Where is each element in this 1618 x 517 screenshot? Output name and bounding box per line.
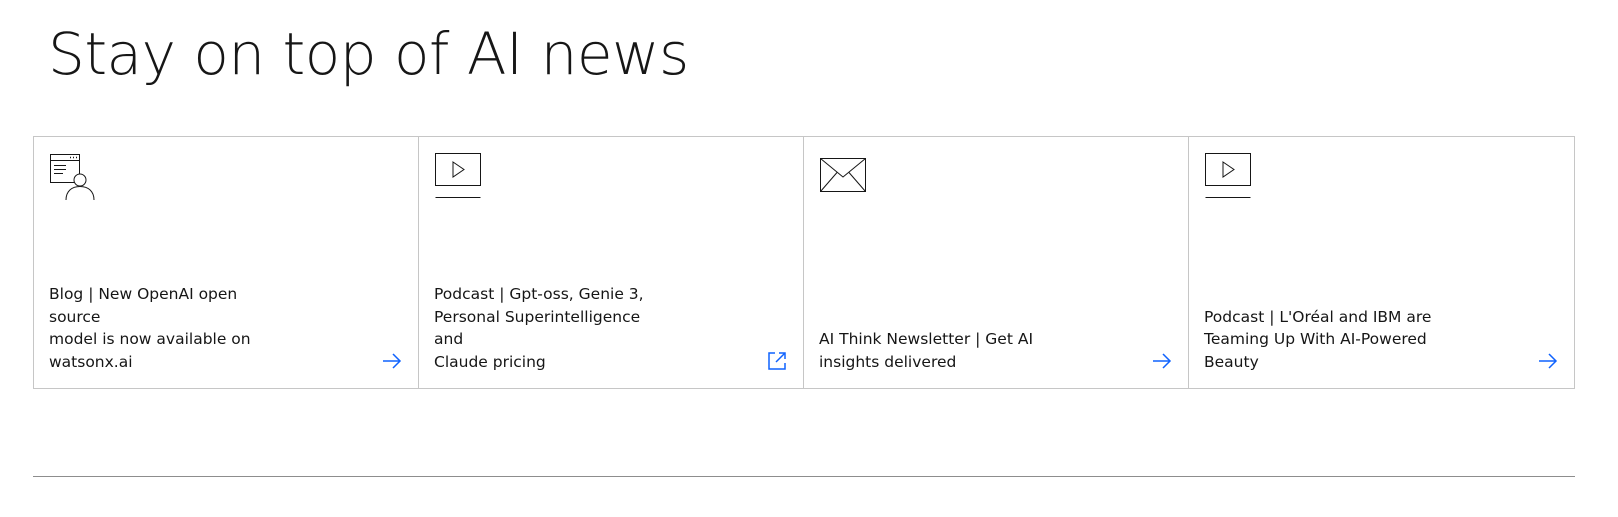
news-card-grid: Blog | New OpenAI open source model is n… <box>33 136 1575 389</box>
news-card-podcast-loreal[interactable]: Podcast | L'Oréal and IBM are Teaming Up… <box>1189 137 1574 388</box>
video-play-icon <box>434 153 482 201</box>
envelope-icon <box>819 153 867 201</box>
blog-person-icon <box>49 153 97 201</box>
section-divider <box>33 476 1575 477</box>
arrow-right-icon[interactable] <box>381 350 403 372</box>
ai-news-section: Stay on top of AI news Blog | New OpenAI… <box>0 0 1618 517</box>
arrow-right-icon[interactable] <box>1151 350 1173 372</box>
card-title: Podcast | L'Oréal and IBM are Teaming Up… <box>1204 307 1432 371</box>
card-title: Blog | New OpenAI open source model is n… <box>49 285 251 371</box>
news-card-blog[interactable]: Blog | New OpenAI open source model is n… <box>34 137 419 388</box>
card-title: Podcast | Gpt-oss, Genie 3, Personal Sup… <box>434 285 644 371</box>
external-link-icon[interactable] <box>766 350 788 372</box>
section-heading: Stay on top of AI news <box>48 20 689 88</box>
arrow-right-icon[interactable] <box>1537 350 1559 372</box>
news-card-podcast-gpt-oss[interactable]: Podcast | Gpt-oss, Genie 3, Personal Sup… <box>419 137 804 388</box>
card-title: AI Think Newsletter | Get AI insights de… <box>819 330 1034 371</box>
video-play-icon <box>1204 153 1252 201</box>
news-card-newsletter[interactable]: AI Think Newsletter | Get AI insights de… <box>804 137 1189 388</box>
